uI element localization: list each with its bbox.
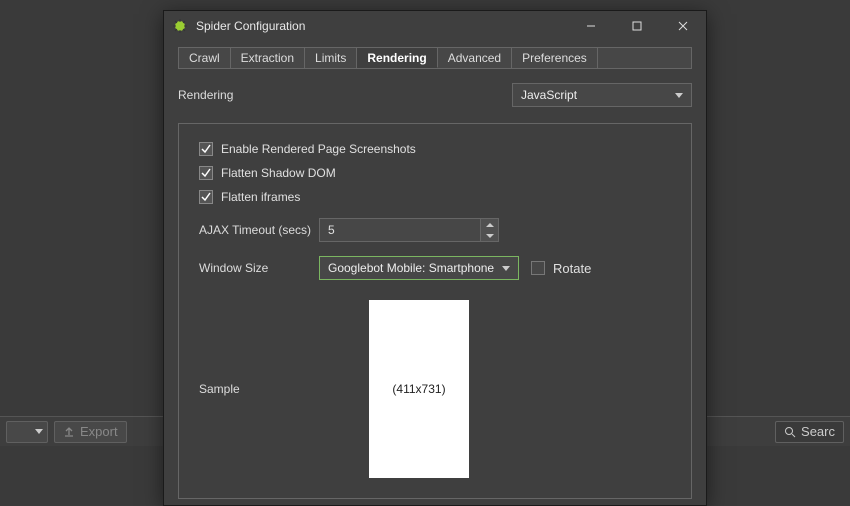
- tab-crawl[interactable]: Crawl: [179, 48, 231, 68]
- chevron-down-icon: [502, 266, 510, 271]
- search-label: Searc: [801, 424, 835, 439]
- rendering-label: Rendering: [178, 88, 328, 102]
- minimize-button[interactable]: [568, 11, 614, 41]
- window-size-value: Googlebot Mobile: Smartphone: [328, 261, 494, 275]
- ajax-timeout-label: AJAX Timeout (secs): [199, 223, 319, 237]
- sample-preview: (411x731): [369, 300, 469, 478]
- upload-icon: [63, 426, 75, 438]
- tab-preferences[interactable]: Preferences: [512, 48, 598, 68]
- maximize-button[interactable]: [614, 11, 660, 41]
- search-button[interactable]: Searc: [775, 421, 844, 443]
- checkbox-screenshots-label: Enable Rendered Page Screenshots: [221, 142, 416, 156]
- checkbox-screenshots[interactable]: [199, 142, 213, 156]
- spider-config-dialog: Spider Configuration Crawl Extraction Li…: [163, 10, 707, 506]
- sample-dimensions: (411x731): [392, 382, 445, 396]
- stepper-down[interactable]: [481, 230, 498, 241]
- titlebar: Spider Configuration: [164, 11, 706, 41]
- checkbox-shadow[interactable]: [199, 166, 213, 180]
- ajax-timeout-input[interactable]: 5: [319, 218, 499, 242]
- checkbox-iframes-label: Flatten iframes: [221, 190, 300, 204]
- window-title: Spider Configuration: [196, 19, 568, 33]
- chevron-down-icon: [675, 93, 683, 98]
- search-icon: [784, 426, 796, 438]
- checkbox-shadow-label: Flatten Shadow DOM: [221, 166, 336, 180]
- export-button[interactable]: Export: [54, 421, 127, 443]
- app-icon: [172, 18, 188, 34]
- window-size-label: Window Size: [199, 261, 319, 275]
- tab-rendering[interactable]: Rendering: [357, 48, 437, 68]
- bg-dropdown[interactable]: [6, 421, 48, 443]
- rendering-value: JavaScript: [521, 88, 577, 102]
- sample-label: Sample: [199, 382, 359, 396]
- window-size-select[interactable]: Googlebot Mobile: Smartphone: [319, 256, 519, 280]
- tab-limits[interactable]: Limits: [305, 48, 357, 68]
- close-button[interactable]: [660, 11, 706, 41]
- export-label: Export: [80, 424, 118, 439]
- rendering-group: Enable Rendered Page Screenshots Flatten…: [178, 123, 692, 499]
- rotate-label: Rotate: [553, 261, 591, 276]
- rendering-select[interactable]: JavaScript: [512, 83, 692, 107]
- stepper-up[interactable]: [481, 219, 498, 230]
- tab-bar: Crawl Extraction Limits Rendering Advanc…: [178, 47, 692, 69]
- rotate-checkbox[interactable]: [531, 261, 545, 275]
- tab-extraction[interactable]: Extraction: [231, 48, 305, 68]
- ajax-timeout-value: 5: [320, 223, 480, 237]
- checkbox-iframes[interactable]: [199, 190, 213, 204]
- tab-advanced[interactable]: Advanced: [438, 48, 512, 68]
